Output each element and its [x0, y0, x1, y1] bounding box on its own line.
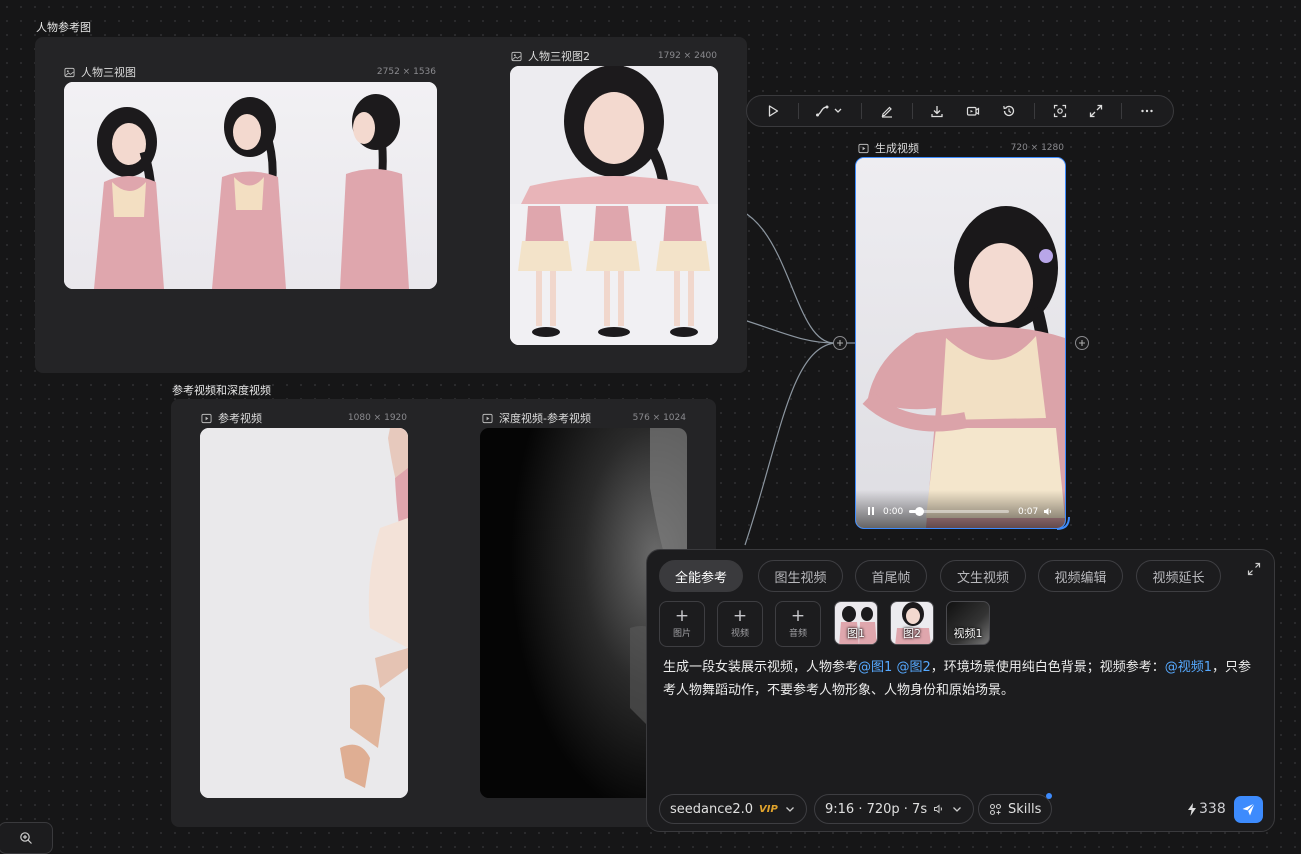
- tab-image-to-video[interactable]: 图生视频: [758, 560, 843, 592]
- mention-image2[interactable]: @图2: [896, 660, 930, 675]
- video-icon: [201, 413, 212, 423]
- node-header-three-view2: 人物三视图2 1792 × 2400: [511, 48, 717, 64]
- history-icon[interactable]: [998, 100, 1020, 122]
- plus-icon: +: [732, 606, 748, 626]
- plus-icon: +: [674, 606, 690, 626]
- toolbar-divider: [911, 103, 913, 119]
- node-dims: 2752 × 1536: [376, 67, 436, 77]
- prompt-text[interactable]: 生成一段女装展示视频，人物参考@图1 @图2，环境场景使用纯白色背景；视频参考：…: [663, 656, 1253, 702]
- ref-video-player[interactable]: [200, 428, 408, 798]
- ref-thumb-image1[interactable]: 图1: [834, 601, 878, 645]
- prompt-segment: ，环境场景使用纯白色背景；视频参考：: [930, 660, 1165, 675]
- chevron-down-icon: [785, 807, 794, 812]
- ref-thumb-label: 视频1: [953, 627, 983, 640]
- connect-icon[interactable]: [813, 100, 847, 122]
- params-text: 9:16 · 720p · 7s: [825, 801, 928, 817]
- node-title: 人物三视图: [81, 66, 136, 79]
- download-icon[interactable]: [926, 100, 948, 122]
- skills-button[interactable]: Skills: [978, 794, 1053, 824]
- model-name: seedance2.0: [670, 801, 754, 817]
- node-toolbar: [746, 95, 1174, 127]
- toolbar-divider: [860, 103, 862, 119]
- send-button[interactable]: [1234, 796, 1263, 823]
- mention-video1[interactable]: @视频1: [1165, 660, 1212, 675]
- toolbar-divider: [1034, 103, 1036, 119]
- image-icon: [511, 51, 522, 61]
- gen-video-player[interactable]: 0:00 0:07: [855, 157, 1066, 529]
- image-icon: [64, 67, 75, 77]
- skills-icon: [989, 803, 1002, 815]
- ref-thumb-label: 图2: [903, 627, 921, 640]
- chevron-down-icon: [834, 108, 842, 113]
- lightning-icon: [1188, 803, 1196, 816]
- vip-badge: VIP: [759, 803, 778, 815]
- edit-icon[interactable]: [876, 100, 898, 122]
- resize-handle-icon[interactable]: [1055, 515, 1073, 533]
- node-dims: 720 × 1280: [1010, 143, 1064, 153]
- expand-panel-icon[interactable]: [1247, 562, 1261, 576]
- node-dims: 576 × 1024: [632, 413, 686, 423]
- node-header-ref-video: 参考视频 1080 × 1920: [201, 410, 407, 426]
- node-dims: 1792 × 2400: [657, 51, 717, 61]
- add-image-label: 图片: [672, 629, 691, 639]
- toolbar-divider: [1121, 103, 1123, 119]
- capture-icon[interactable]: [1049, 100, 1071, 122]
- pause-icon[interactable]: [868, 507, 874, 515]
- node-header-three-view: 人物三视图 2752 × 1536: [64, 64, 436, 80]
- model-selector[interactable]: seedance2.0 VIP: [659, 794, 807, 824]
- video-time-current: 0:00: [883, 507, 904, 517]
- node-dims: 1080 × 1920: [347, 413, 407, 423]
- more-icon[interactable]: [1136, 100, 1158, 122]
- group-title-ref-video: 参考视频和深度视频: [172, 384, 271, 397]
- prompt-segment: 生成一段女装展示视频，人物参考: [663, 660, 859, 675]
- play-icon[interactable]: [762, 100, 784, 122]
- skills-notification-dot: [1046, 793, 1052, 799]
- add-video-button[interactable]: + 视频: [717, 601, 763, 647]
- params-selector[interactable]: 9:16 · 720p · 7s: [814, 794, 975, 824]
- zoom-button[interactable]: [0, 822, 53, 854]
- ref-thumb-label: 图1: [847, 627, 865, 640]
- tab-text-to-video[interactable]: 文生视频: [940, 560, 1026, 592]
- input-port-plus-icon[interactable]: [833, 336, 847, 350]
- video-time-total: 0:07: [1018, 507, 1039, 517]
- node-header-depth-video: 深度视频-参考视频 576 × 1024: [482, 410, 686, 426]
- tab-first-last-frame[interactable]: 首尾帧: [855, 560, 927, 592]
- three-view2-image[interactable]: [510, 66, 718, 345]
- group-title-character-ref: 人物参考图: [36, 21, 91, 34]
- zoom-in-icon: [19, 832, 32, 844]
- add-audio-button[interactable]: + 音频: [775, 601, 821, 647]
- video-frame-icon[interactable]: [962, 100, 984, 122]
- mention-image1[interactable]: @图1: [858, 660, 892, 675]
- tab-video-extend[interactable]: 视频延长: [1136, 560, 1221, 592]
- skills-label: Skills: [1008, 801, 1042, 817]
- node-title: 深度视频-参考视频: [499, 412, 591, 425]
- node-title: 参考视频: [218, 412, 262, 425]
- plus-icon: +: [790, 606, 806, 626]
- volume-icon: [934, 804, 943, 814]
- video-icon: [482, 413, 493, 423]
- tab-video-edit[interactable]: 视频编辑: [1038, 560, 1123, 592]
- volume-icon[interactable]: [1043, 507, 1052, 516]
- add-audio-label: 音频: [788, 629, 807, 639]
- send-icon: [1242, 803, 1255, 816]
- toolbar-divider: [797, 103, 799, 119]
- video-progress-knob[interactable]: [915, 507, 924, 516]
- tab-all-reference[interactable]: 全能参考: [659, 560, 743, 592]
- node-header-gen-video: 生成视频 720 × 1280: [858, 140, 1064, 156]
- ref-thumb-image2[interactable]: 图2: [890, 601, 934, 645]
- add-image-button[interactable]: + 图片: [659, 601, 705, 647]
- node-title: 生成视频: [875, 142, 919, 155]
- three-view-image[interactable]: [64, 82, 437, 289]
- expand-icon[interactable]: [1085, 100, 1107, 122]
- chevron-down-icon: [953, 807, 962, 812]
- generation-panel: 全能参考 图生视频 首尾帧 文生视频 视频编辑 视频延长 + 图片 + 视频 + 音频…: [646, 549, 1275, 832]
- credits-count: 338: [1199, 801, 1226, 817]
- ref-thumb-video1[interactable]: 视频1: [946, 601, 990, 645]
- video-icon: [858, 143, 869, 153]
- video-progress-track[interactable]: [909, 507, 1009, 516]
- output-port-plus-icon[interactable]: [1075, 336, 1089, 350]
- node-title: 人物三视图2: [528, 50, 590, 63]
- add-video-label: 视频: [730, 629, 749, 639]
